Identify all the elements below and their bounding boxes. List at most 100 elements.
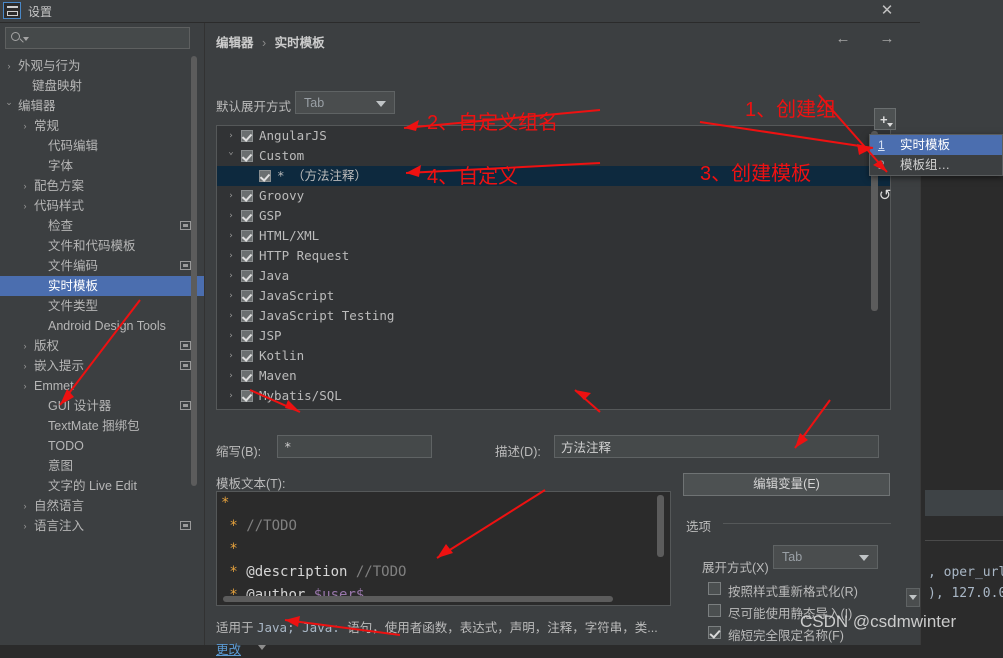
sidebar-item-5[interactable]: 字体 [0, 156, 205, 176]
sidebar-item-15[interactable]: › 嵌入提示 [0, 356, 205, 376]
expand-with-combo[interactable]: Tab [773, 545, 878, 569]
sidebar-item-18[interactable]: TextMate 捆绑包 [0, 416, 205, 436]
group-checkbox[interactable] [241, 230, 253, 242]
chevron-right-icon[interactable]: › [225, 266, 237, 286]
sidebar-item-14[interactable]: › 版权 [0, 336, 205, 356]
applies-to-side-combo[interactable] [906, 588, 920, 607]
template-group-row-10[interactable]: › JSP [217, 326, 890, 346]
group-checkbox[interactable] [259, 170, 271, 182]
revert-button[interactable]: ↺ [874, 185, 896, 207]
group-checkbox[interactable] [241, 390, 253, 402]
chevron-right-icon[interactable]: › [20, 356, 30, 376]
group-checkbox[interactable] [241, 150, 253, 162]
chevron-right-icon[interactable]: › [225, 126, 237, 146]
group-checkbox[interactable] [241, 190, 253, 202]
close-icon[interactable]: ✕ [875, 1, 899, 21]
checkbox[interactable] [708, 604, 721, 617]
chevron-down-icon[interactable] [258, 645, 266, 650]
template-group-row-8[interactable]: › JavaScript [217, 286, 890, 306]
chevron-right-icon[interactable]: › [20, 336, 30, 356]
sidebar-item-1[interactable]: 键盘映射 [0, 76, 205, 96]
sidebar-item-20[interactable]: 意图 [0, 456, 205, 476]
group-checkbox[interactable] [241, 350, 253, 362]
template-group-row-4[interactable]: › GSP [217, 206, 890, 226]
template-group-row-11[interactable]: › Kotlin [217, 346, 890, 366]
sidebar-item-2[interactable]: ⌄ 编辑器 [0, 96, 205, 116]
template-group-row-12[interactable]: › Maven [217, 366, 890, 386]
breadcrumb-root[interactable]: 编辑器 [216, 36, 254, 50]
group-checkbox[interactable] [241, 130, 253, 142]
sidebar-scrollbar[interactable] [191, 56, 197, 486]
group-checkbox[interactable] [241, 250, 253, 262]
chevron-right-icon[interactable]: › [4, 56, 14, 76]
abbreviation-input[interactable] [277, 435, 432, 458]
search-input[interactable] [30, 30, 184, 48]
chevron-right-icon[interactable]: › [20, 516, 30, 536]
chevron-right-icon[interactable]: › [20, 376, 30, 396]
sidebar-item-19[interactable]: TODO [0, 436, 205, 456]
chevron-right-icon[interactable]: › [20, 496, 30, 516]
chevron-right-icon[interactable]: › [225, 246, 237, 266]
chevron-right-icon[interactable]: › [225, 186, 237, 206]
editor-horizontal-scrollbar[interactable] [223, 596, 613, 602]
default-expand-combo[interactable]: Tab [295, 91, 395, 114]
sidebar-item-3[interactable]: › 常规 [0, 116, 205, 136]
sidebar-item-13[interactable]: Android Design Tools [0, 316, 205, 336]
sidebar-item-23[interactable]: › 语言注入 [0, 516, 205, 536]
sidebar-item-12[interactable]: 文件类型 [0, 296, 205, 316]
group-checkbox[interactable] [241, 370, 253, 382]
template-group-row-13[interactable]: › Mybatis/SQL [217, 386, 890, 406]
chevron-down-icon[interactable]: ⌄ [225, 146, 237, 159]
chevron-down-icon[interactable]: ⌄ [4, 96, 14, 116]
chevron-right-icon[interactable]: › [225, 366, 237, 386]
sidebar-item-21[interactable]: 文字的 Live Edit [0, 476, 205, 496]
sidebar-item-16[interactable]: › Emmet [0, 376, 205, 396]
settings-tree[interactable]: › 外观与行为 键盘映射 ⌄ 编辑器 › 常规 代码编辑 字体 › 配色方案 › 代码样式 检查 文件和代码… [0, 56, 205, 645]
sidebar-item-0[interactable]: › 外观与行为 [0, 56, 205, 76]
add-template-menu[interactable]: 1 实时模板 2 模板组… [869, 134, 1003, 176]
sidebar-item-11[interactable]: 实时模板 [0, 276, 205, 296]
description-input[interactable] [554, 435, 879, 458]
search-box[interactable] [5, 27, 190, 49]
edit-variables-button[interactable]: 编辑变量(E) [683, 473, 890, 496]
template-group-row-5[interactable]: › HTML/XML [217, 226, 890, 246]
chevron-right-icon[interactable]: › [225, 286, 237, 306]
nav-back-icon[interactable]: ← [834, 30, 852, 48]
sidebar-item-17[interactable]: GUI 设计器 [0, 396, 205, 416]
template-text-editor[interactable]: * * //TODO * * @description //TODO * @au… [216, 491, 671, 606]
chevron-right-icon[interactable]: › [225, 226, 237, 246]
checkbox[interactable] [708, 626, 721, 639]
group-checkbox[interactable] [241, 210, 253, 222]
sidebar-item-6[interactable]: › 配色方案 [0, 176, 205, 196]
chevron-right-icon[interactable]: › [20, 176, 30, 196]
checkbox[interactable] [708, 582, 721, 595]
search-filter-caret-icon[interactable] [23, 37, 29, 41]
editor-vertical-scrollbar[interactable] [657, 495, 664, 557]
chevron-right-icon[interactable]: › [225, 386, 237, 406]
template-group-row-7[interactable]: › Java [217, 266, 890, 286]
add-menu-item-1[interactable]: 2 模板组… [870, 155, 1002, 175]
template-group-row-9[interactable]: › JavaScript Testing [217, 306, 890, 326]
group-checkbox[interactable] [241, 270, 253, 282]
group-checkbox[interactable] [241, 290, 253, 302]
sidebar-item-10[interactable]: 文件编码 [0, 256, 205, 276]
change-link[interactable]: 更改 [216, 639, 241, 658]
template-group-row-3[interactable]: › Groovy [217, 186, 890, 206]
template-group-row-6[interactable]: › HTTP Request [217, 246, 890, 266]
chevron-right-icon[interactable]: › [20, 116, 30, 136]
chevron-right-icon[interactable]: › [225, 306, 237, 326]
sidebar-item-9[interactable]: 文件和代码模板 [0, 236, 205, 256]
sidebar-item-4[interactable]: 代码编辑 [0, 136, 205, 156]
nav-forward-icon[interactable]: → [878, 30, 896, 48]
chevron-right-icon[interactable]: › [225, 326, 237, 346]
sidebar-item-7[interactable]: › 代码样式 [0, 196, 205, 216]
chevron-right-icon[interactable]: › [225, 206, 237, 226]
add-template-button[interactable]: + [874, 108, 896, 130]
add-menu-item-0[interactable]: 1 实时模板 [870, 135, 1002, 155]
group-checkbox[interactable] [241, 310, 253, 322]
chevron-right-icon[interactable]: › [20, 196, 30, 216]
sidebar-item-22[interactable]: › 自然语言 [0, 496, 205, 516]
sidebar-item-8[interactable]: 检查 [0, 216, 205, 236]
chevron-right-icon[interactable]: › [225, 346, 237, 366]
group-checkbox[interactable] [241, 330, 253, 342]
